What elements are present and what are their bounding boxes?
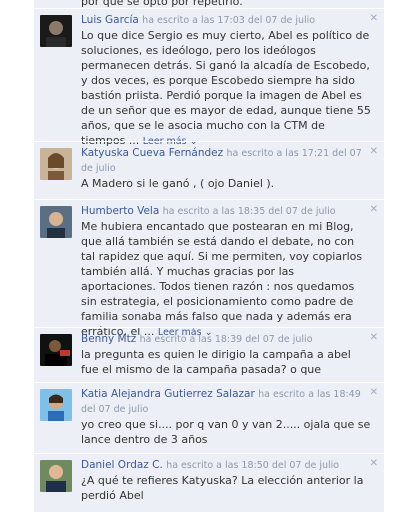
comment-item: Luis García ha escrito a las 17:03 del 0… xyxy=(34,8,384,147)
timestamp: ha escrito a las 18:35 del 07 de julio xyxy=(162,206,336,217)
author-link[interactable]: Humberto Vela xyxy=(81,205,159,217)
comment-text: Me hubiera encantado que postearan en mi… xyxy=(81,220,363,338)
comment-text: la pregunta es quien le dirigio la campa… xyxy=(81,348,351,376)
author-link[interactable]: Daniel Ordaz C. xyxy=(81,459,163,471)
comment-item: Katyuska Cueva Fernández ha escrito a la… xyxy=(34,141,384,197)
close-icon[interactable]: ✕ xyxy=(370,332,378,343)
comment-item: Daniel Ordaz C. ha escrito a las 18:50 d… xyxy=(34,453,384,512)
comment-text: yo creo que si.... por q van 0 y van 2..… xyxy=(81,418,371,446)
close-icon[interactable]: ✕ xyxy=(370,458,378,469)
avatar[interactable] xyxy=(40,389,72,421)
previous-comment-fragment: por que se optó por repetirlo. xyxy=(81,0,243,8)
right-margin xyxy=(384,0,418,512)
comment-item: Benny Mtz ha escrito a las 18:39 del 07 … xyxy=(34,327,384,380)
comment-item: Humberto Vela ha escrito a las 18:35 del… xyxy=(34,199,384,338)
avatar[interactable] xyxy=(40,460,72,492)
timestamp: ha escrito a las 17:03 del 07 de julio xyxy=(142,15,316,26)
close-icon[interactable]: ✕ xyxy=(370,13,378,24)
avatar[interactable] xyxy=(40,206,72,238)
comment-text: ¿A qué te refieres Katyuska? La elección… xyxy=(81,474,364,502)
left-margin xyxy=(0,0,34,512)
close-icon[interactable]: ✕ xyxy=(370,146,378,157)
comment-text: A Madero si le ganó , ( ojo Daniel ). xyxy=(81,177,275,190)
author-link[interactable]: Luis García xyxy=(81,14,139,26)
author-link[interactable]: Benny Mtz xyxy=(81,333,136,345)
close-icon[interactable]: ✕ xyxy=(370,387,378,398)
timestamp: ha escrito a las 18:39 del 07 de julio xyxy=(139,334,313,345)
comment-feed: por que se optó por repetirlo. Luis Garc… xyxy=(34,0,384,512)
author-link[interactable]: Katia Alejandra Gutierrez Salazar xyxy=(81,388,255,400)
timestamp: ha escrito a las 18:50 del 07 de julio xyxy=(166,460,340,471)
avatar[interactable] xyxy=(40,148,72,180)
avatar[interactable] xyxy=(40,334,72,366)
comment-text: Lo que dice Sergio es muy cierto, Abel e… xyxy=(81,29,371,147)
author-link[interactable]: Katyuska Cueva Fernández xyxy=(81,147,223,159)
close-icon[interactable]: ✕ xyxy=(370,204,378,215)
avatar[interactable] xyxy=(40,15,72,47)
comment-item: Katia Alejandra Gutierrez Salazar ha esc… xyxy=(34,382,384,454)
